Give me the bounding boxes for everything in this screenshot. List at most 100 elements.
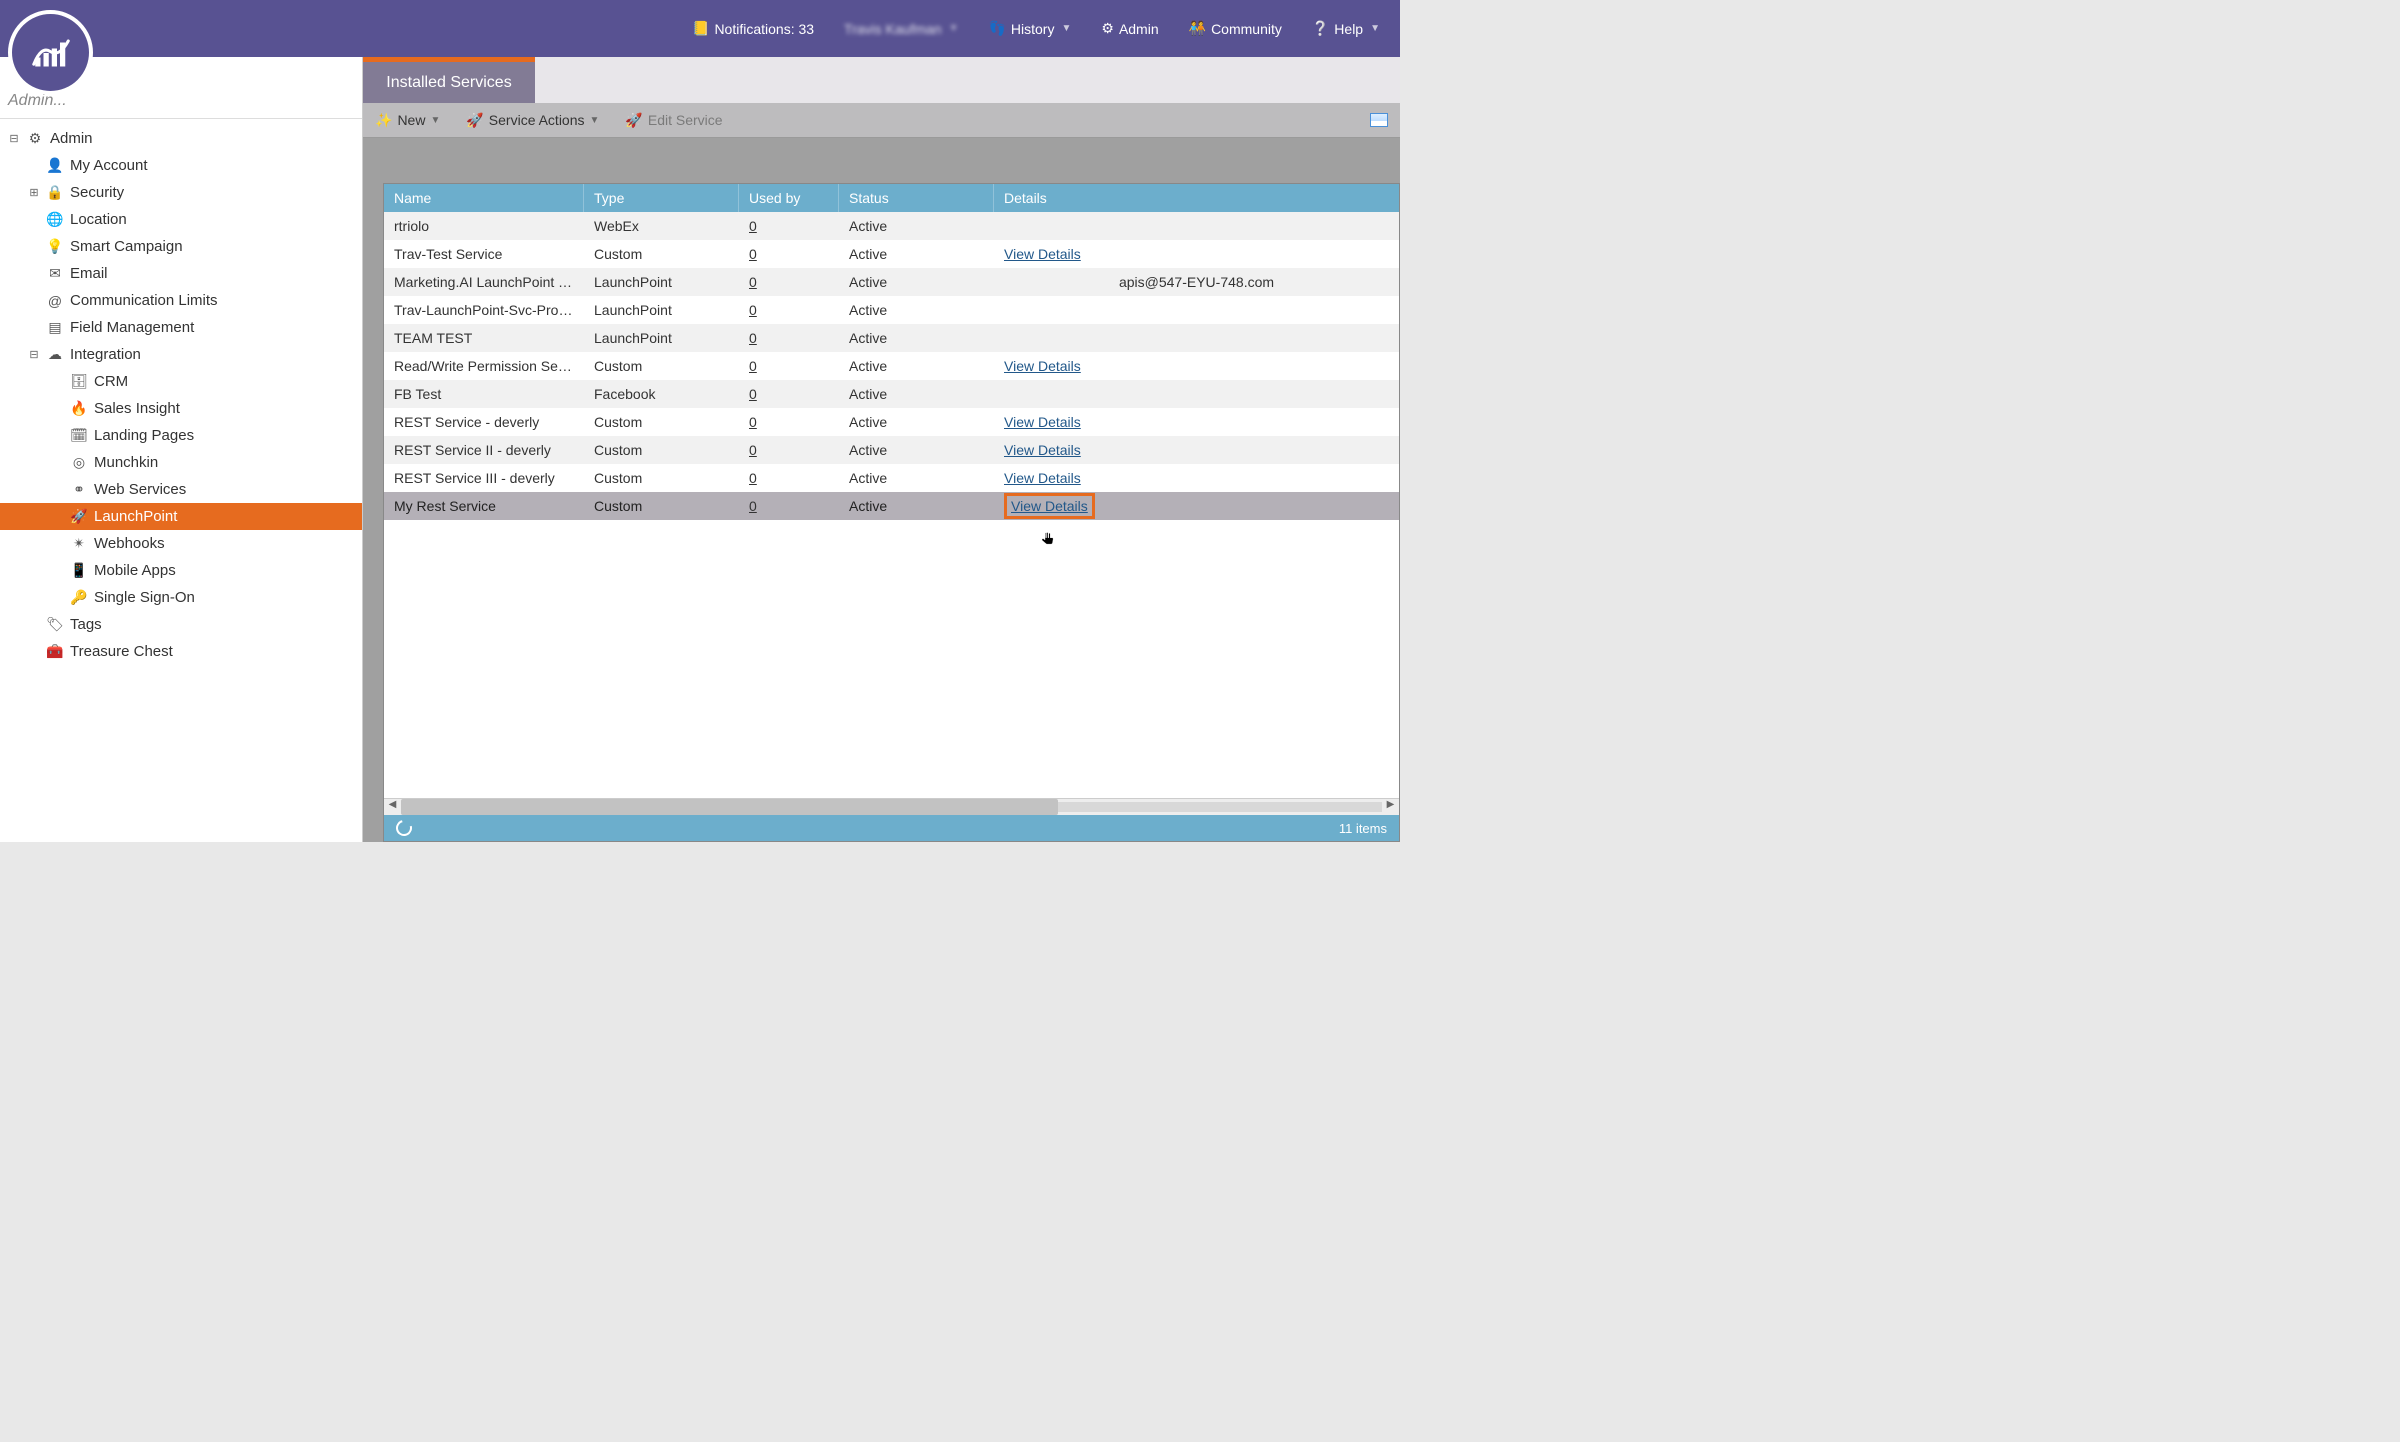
col-type[interactable]: Type (584, 184, 739, 212)
scroll-left-button[interactable]: ◀ (384, 799, 401, 816)
cell-type: LaunchPoint (584, 270, 739, 294)
tree-icon: 🧰 (46, 643, 64, 660)
usedby-link[interactable]: 0 (749, 442, 757, 458)
sidebar-item-admin[interactable]: ⊟⚙Admin (0, 125, 362, 152)
usedby-link[interactable]: 0 (749, 246, 757, 262)
sidebar-item-munchkin[interactable]: ◎Munchkin (0, 449, 362, 476)
cell-details: apis@547-EYU-748.com (994, 270, 1399, 294)
tree-icon: ✉ (46, 265, 64, 282)
help-button[interactable]: ❔ Help ▼ (1312, 20, 1380, 37)
table-row[interactable]: Trav-LaunchPoint-Svc-Prog-I...LaunchPoin… (384, 296, 1399, 324)
sidebar-item-web-services[interactable]: ⚭ Web Services (0, 476, 362, 503)
cell-name: REST Service III - deverly (384, 466, 584, 490)
sidebar-item-field-management[interactable]: ▤Field Management (0, 314, 362, 341)
table-row[interactable]: REST Service II - deverlyCustom 0 Active Vi… (384, 436, 1399, 464)
scroll-track[interactable] (401, 802, 1382, 812)
sidebar-item-single-sign-on[interactable]: 🔑Single Sign-On (0, 584, 362, 611)
cell-status: Active (839, 438, 994, 462)
refresh-icon[interactable] (393, 817, 415, 839)
admin-button[interactable]: ⚙ Admin (1101, 20, 1158, 37)
view-details-link[interactable]: View Details (1004, 470, 1081, 486)
usedby-link[interactable]: 0 (749, 386, 757, 402)
usedby-link[interactable]: 0 (749, 358, 757, 374)
cell-details (994, 222, 1399, 230)
sidebar-item-tags[interactable]: 🏷Tags (0, 611, 362, 638)
item-count: 11 items (1339, 821, 1387, 836)
sidebar-item-my-account[interactable]: 👤My Account (0, 152, 362, 179)
bars-icon (32, 38, 70, 68)
notifications-button[interactable]: 📒 Notifications: 33 (692, 20, 814, 37)
sidebar-item-landing-pages[interactable]: 🗓Landing Pages (0, 422, 362, 449)
col-details[interactable]: Details (994, 184, 1399, 212)
table-row[interactable]: REST Service - deverlyCustom0ActiveView … (384, 408, 1399, 436)
tree-label: Web Services (94, 481, 186, 498)
help-label: Help (1334, 21, 1363, 37)
app-logo[interactable] (8, 10, 93, 95)
sidebar-item-crm[interactable]: 🗄CRM (0, 368, 362, 395)
sidebar-item-email[interactable]: ✉Email (0, 260, 362, 287)
usedby-link[interactable]: 0 (749, 414, 757, 430)
table-row[interactable]: REST Service III - deverlyCustom0ActiveV… (384, 464, 1399, 492)
grid-header: Name Type Used by Status Details (384, 184, 1399, 212)
table-row[interactable]: Read/Write Permission Servi...Custom0Act… (384, 352, 1399, 380)
top-header: 📒 Notifications: 33 Travis Kaufman ▼ 👣 H… (0, 0, 1400, 57)
service-actions-button[interactable]: 🚀 Service Actions ▼ (466, 112, 599, 129)
usedby-link[interactable]: 0 (749, 470, 757, 486)
scroll-right-button[interactable]: ▶ (1382, 799, 1399, 816)
sidebar: Admin... ⊟⚙Admin👤My Account⊞🔒Security🌐Lo… (0, 57, 363, 842)
scroll-thumb[interactable] (401, 799, 1058, 815)
new-button[interactable]: ✨ New ▼ (375, 112, 440, 129)
notifications-label: Notifications: 33 (714, 21, 814, 37)
edit-service-button[interactable]: 🚀 Edit Service (625, 112, 722, 129)
sidebar-item-sales-insight[interactable]: 🔥Sales Insight (0, 395, 362, 422)
tree-label: Treasure Chest (70, 643, 173, 660)
view-details-link[interactable]: View Details (1004, 246, 1081, 262)
horizontal-scrollbar[interactable]: ◀ ▶ (384, 798, 1399, 815)
tree-toggle-icon[interactable]: ⊟ (28, 348, 40, 361)
community-button[interactable]: 🧑‍🤝‍🧑 Community (1189, 20, 1282, 37)
tab-installed-services[interactable]: Installed Services (363, 62, 535, 103)
col-usedby[interactable]: Used by (739, 184, 839, 212)
tree-icon: ⚭ (70, 481, 88, 498)
sidebar-item-webhooks[interactable]: ✴Webhooks (0, 530, 362, 557)
table-row[interactable]: Marketing.AI LaunchPoint Te...LaunchPoin… (384, 268, 1399, 296)
col-name[interactable]: Name (384, 184, 584, 212)
cell-name: Trav-Test Service (384, 242, 584, 266)
sidebar-item-integration[interactable]: ⊟☁Integration (0, 341, 362, 368)
sidebar-item-security[interactable]: ⊞🔒Security (0, 179, 362, 206)
col-status[interactable]: Status (839, 184, 994, 212)
view-details-link[interactable]: View Details (1004, 414, 1081, 430)
sidebar-item-treasure-chest[interactable]: 🧰 Treasure Chest (0, 638, 362, 665)
table-row[interactable]: TEAM TESTLaunchPoint0Active (384, 324, 1399, 352)
usedby-link[interactable]: 0 (749, 302, 757, 318)
usedby-link[interactable]: 0 (749, 218, 757, 234)
sidebar-item-location[interactable]: 🌐Location (0, 206, 362, 233)
sidebar-item-mobile-apps[interactable]: 📱Mobile Apps (0, 557, 362, 584)
edit-rocket-icon: 🚀 (625, 112, 642, 129)
rocket-icon: 🚀 (466, 112, 483, 129)
cell-details: View Details (994, 489, 1399, 523)
sidebar-item-communication-limits[interactable]: @Communication Limits (0, 287, 362, 314)
view-details-link[interactable]: View Details (1011, 498, 1088, 514)
table-row[interactable]: rtrioloWebEx0Active (384, 212, 1399, 240)
usedby-link[interactable]: 0 (749, 498, 757, 514)
table-row[interactable]: Trav-Test ServiceCustom0ActiveView Detai… (384, 240, 1399, 268)
sidebar-item-launchpoint[interactable]: 🚀LaunchPoint (0, 503, 362, 530)
table-row[interactable]: FB TestFacebook0Active (384, 380, 1399, 408)
view-details-link[interactable]: View Details (1004, 358, 1081, 374)
cell-type: Custom (584, 438, 739, 462)
sidebar-item-smart-campaign[interactable]: 💡Smart Campaign (0, 233, 362, 260)
calendar-icon[interactable] (1370, 113, 1388, 127)
tree-toggle-icon[interactable]: ⊞ (28, 186, 40, 199)
history-button[interactable]: 👣 History ▼ (988, 20, 1071, 37)
table-row[interactable]: My Rest ServiceCustom0ActiveView Details (384, 492, 1399, 520)
sparkle-icon: ✨ (375, 112, 392, 129)
tree-toggle-icon[interactable]: ⊟ (8, 132, 20, 145)
cell-name: REST Service II - deverly (384, 438, 584, 462)
user-menu[interactable]: Travis Kaufman ▼ (844, 21, 958, 37)
view-details-link[interactable]: View Details (1004, 442, 1081, 458)
usedby-link[interactable]: 0 (749, 274, 757, 290)
new-label: New (397, 112, 425, 128)
usedby-link[interactable]: 0 (749, 330, 757, 346)
highlight-box: View Details (1004, 493, 1095, 519)
